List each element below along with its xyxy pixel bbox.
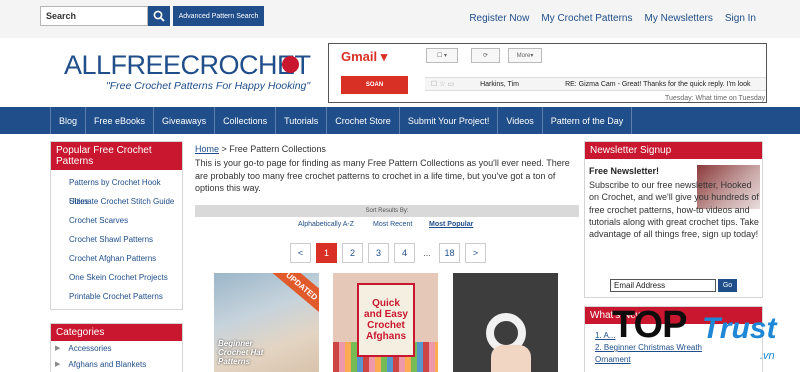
search-input[interactable]: Search (40, 6, 148, 26)
page-18[interactable]: 18 (439, 243, 460, 263)
logo-tagline: "Free Crochet Patterns For Happy Hooking… (106, 80, 311, 92)
page-prev[interactable]: < (290, 243, 311, 263)
newsletter-panel: Newsletter Signup Free Newsletter! Subsc… (584, 141, 763, 298)
popular-patterns-panel: Popular Free Crochet Patterns Patterns b… (50, 141, 183, 310)
collection-thumbnail[interactable]: UPDATED Beginner Crochet Hat Patterns (214, 273, 319, 372)
popular-item[interactable]: Crochet Scarves (69, 211, 182, 230)
nav-tutorials[interactable]: Tutorials (275, 107, 326, 134)
newsletter-subtitle: Free Newsletter! (589, 166, 660, 176)
ad-mail-row: ☐ ☆ ▭ Harkins, Tim RE: Gizma Cam - Great… (425, 77, 766, 91)
refresh-icon: ⟳ (471, 48, 500, 63)
logo-text: ALLFREECROCHET (64, 50, 311, 80)
popular-item[interactable]: Crochet Shawl Patterns (69, 230, 182, 249)
yarn-ball-icon (282, 56, 299, 73)
thumbnail-sign: Quick and Easy Crochet Afghans (357, 283, 415, 357)
advertisement[interactable]: Gmail ▾ ☐ ▾ ⟳ More ▾ SOAN ☐ ☆ ▭ Harkins,… (328, 43, 767, 103)
intro-text: This is your go-to page for finding as m… (195, 158, 570, 193)
thumbnail-caption: Beginner Crochet Hat Patterns (218, 339, 264, 366)
page-1[interactable]: 1 (316, 243, 337, 263)
collection-thumbnail[interactable]: Quick and Easy Crochet Afghans (333, 273, 438, 372)
categories-title: Categories (51, 324, 182, 341)
nav-blog[interactable]: Blog (50, 107, 85, 134)
search-icon (153, 10, 165, 22)
triangle-right-icon: ▶ (55, 361, 61, 368)
hand-image (491, 345, 531, 372)
newsletter-body: Subscribe to our free newsletter, Hooked… (589, 180, 759, 240)
top-bar: Search Advanced Pattern Search Register … (0, 0, 800, 38)
star-icon: ☐ ☆ ▭ (431, 81, 455, 88)
nav-crochet-store[interactable]: Crochet Store (326, 107, 399, 134)
nav-giveaways[interactable]: Giveaways (153, 107, 214, 134)
main-nav: Blog Free eBooks Giveaways Collections T… (0, 107, 800, 134)
newsletter-title: Newsletter Signup (585, 142, 762, 159)
register-link[interactable]: Register Now (469, 13, 529, 24)
ad-compose-button: SOAN (341, 76, 408, 94)
page-2[interactable]: 2 (342, 243, 363, 263)
email-field[interactable]: Email Address (610, 279, 716, 292)
ad-mail-row-partial: Tuesday: What time on Tuesday are we mee… (665, 95, 766, 102)
ad-checkbox: ☐ ▾ (426, 48, 458, 63)
page-next[interactable]: > (465, 243, 486, 263)
toptrust-watermark: TOP Trust .vn (610, 298, 800, 372)
watermark-trust: Trust (702, 312, 777, 345)
newsletter-go-button[interactable]: Go (718, 279, 737, 292)
popular-item[interactable]: One Skein Crochet Projects (69, 268, 182, 287)
breadcrumb: Home > Free Pattern Collections (195, 144, 326, 154)
nav-pattern-of-the-day[interactable]: Pattern of the Day (541, 107, 633, 134)
ad-more: More ▾ (508, 48, 542, 63)
triangle-right-icon: ▶ (55, 345, 61, 352)
page-4[interactable]: 4 (394, 243, 415, 263)
search-button[interactable] (148, 6, 170, 26)
sort-recent[interactable]: Most Recent (373, 221, 412, 228)
sort-label: Sort Results By: (195, 205, 579, 217)
popular-item[interactable]: Crochet Afghan Patterns (69, 249, 182, 268)
page-3[interactable]: 3 (368, 243, 389, 263)
advanced-search-button[interactable]: Advanced Pattern Search (173, 6, 264, 26)
my-patterns-link[interactable]: My Crochet Patterns (541, 13, 632, 24)
popular-item[interactable]: Ultimate Crochet Stitch Guide (69, 192, 182, 211)
popular-patterns-title: Popular Free Crochet Patterns (51, 142, 182, 170)
breadcrumb-home-link[interactable]: Home (195, 144, 219, 154)
category-item[interactable]: ▶ Afghans and Blankets (51, 357, 182, 372)
collection-thumbnail[interactable] (453, 273, 558, 372)
watermark-vn: .vn (760, 350, 775, 362)
sign-in-link[interactable]: Sign In (725, 13, 756, 24)
ad-app-name: Gmail ▾ (341, 49, 388, 64)
watermark-top: TOP (612, 304, 687, 346)
nav-videos[interactable]: Videos (497, 107, 541, 134)
popular-item[interactable]: Patterns by Crochet Hook Sizes (69, 173, 182, 206)
nav-submit-project[interactable]: Submit Your Project! (398, 107, 498, 134)
sort-options: Alphabetically A-Z Most Recent Most Popu… (195, 221, 579, 233)
sort-popular[interactable]: Most Popular (429, 221, 473, 228)
category-item[interactable]: ▶ Accessories (51, 341, 182, 357)
nav-collections[interactable]: Collections (214, 107, 275, 134)
account-links: Register Now My Crochet Patterns My News… (469, 13, 756, 24)
my-newsletters-link[interactable]: My Newsletters (645, 13, 713, 24)
site-logo[interactable]: ALLFREECROCHET (64, 50, 311, 81)
breadcrumb-current: > Free Pattern Collections (221, 144, 326, 154)
popular-item[interactable]: Printable Crochet Patterns (69, 287, 182, 306)
nav-free-ebooks[interactable]: Free eBooks (85, 107, 153, 134)
updated-badge: UPDATED (272, 273, 319, 313)
sort-alpha[interactable]: Alphabetically A-Z (298, 221, 354, 228)
categories-panel: Categories ▶ Accessories ▶ Afghans and Bla… (50, 323, 183, 372)
pagination: < 1 2 3 4 ... 18 > (290, 243, 486, 263)
page-ellipsis: ... (420, 243, 434, 263)
